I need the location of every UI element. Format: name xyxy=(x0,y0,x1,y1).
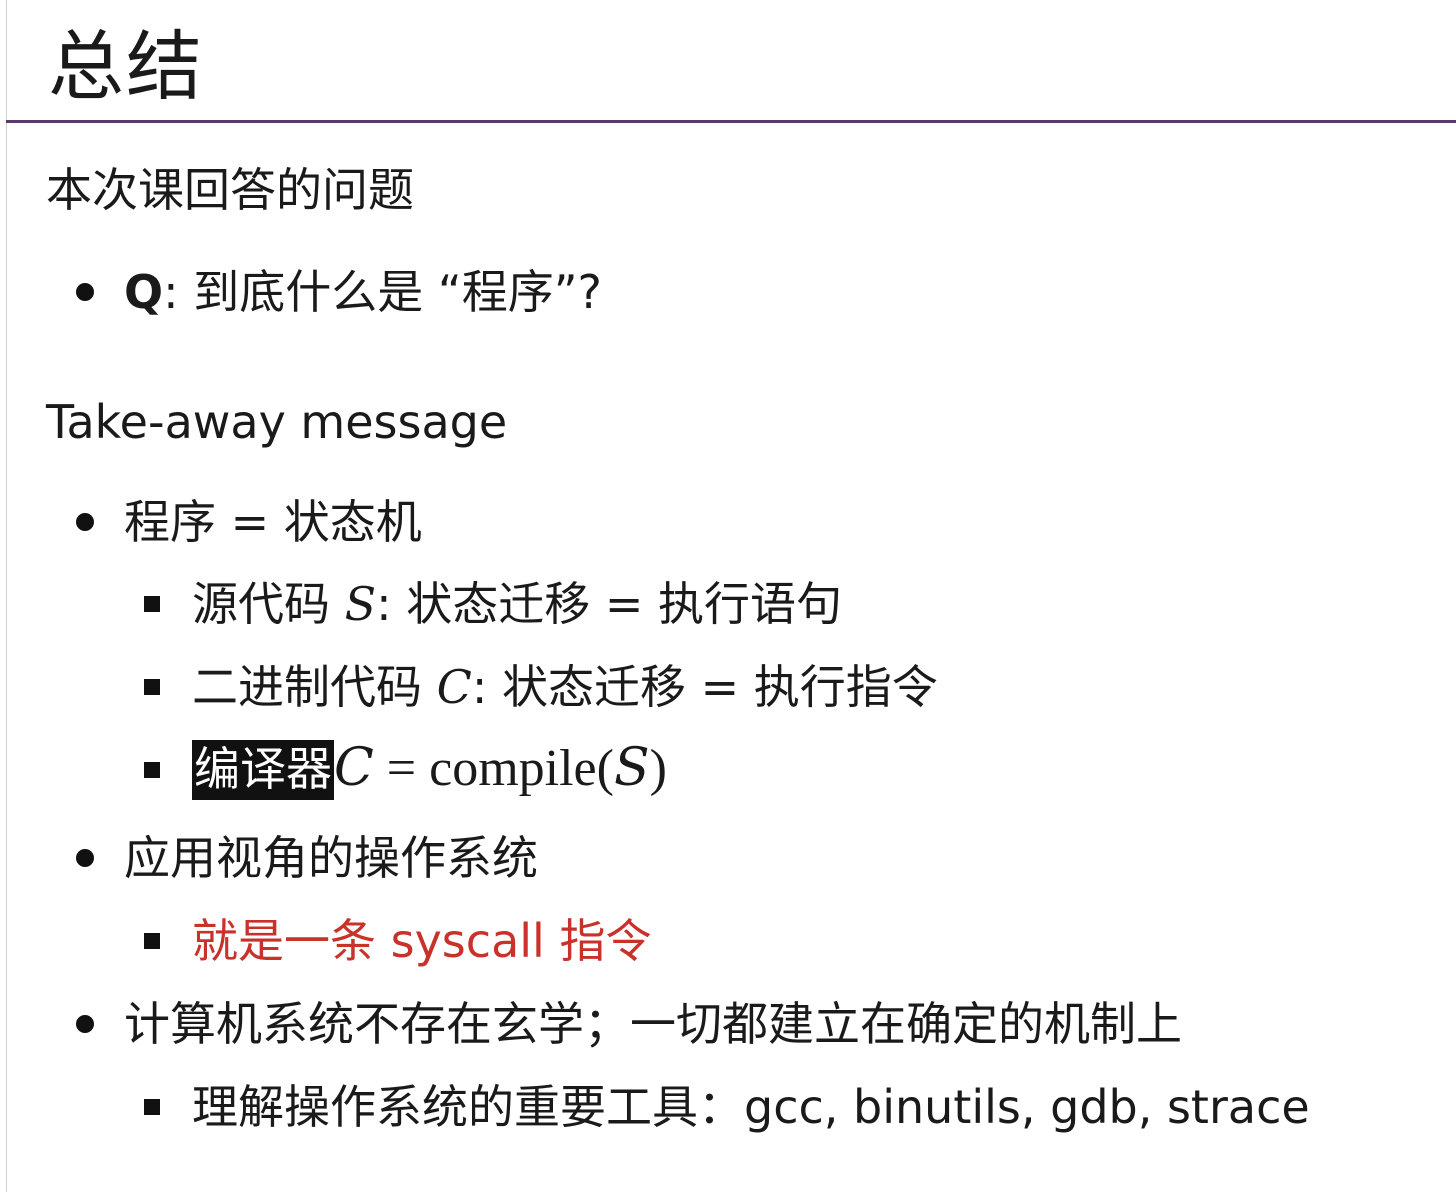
page-left-border xyxy=(6,0,7,1192)
question-item: Q: 到底什么是 “程序”? xyxy=(124,262,602,322)
math-var-c: C xyxy=(334,738,374,798)
bullet-square-icon xyxy=(144,596,160,612)
subitem-prefix: 二进制代码 xyxy=(192,660,437,714)
questions-heading: 本次课回答的问题 xyxy=(46,163,414,217)
question-label: Q xyxy=(124,265,164,319)
bullet-dot-icon xyxy=(76,513,94,531)
question-separator: : xyxy=(163,265,194,319)
subitem-binary-code: 二进制代码 C: 状态迁移 = 执行指令 xyxy=(192,657,938,717)
bullet-square-icon xyxy=(144,1099,160,1115)
takeaway-item-os-view: 应用视角的操作系统 xyxy=(124,831,538,885)
question-text: 到底什么是 “程序”? xyxy=(193,265,602,319)
bullet-square-icon xyxy=(144,762,160,778)
bullet-dot-icon xyxy=(76,849,94,867)
math-var-s: S xyxy=(613,738,650,798)
bullet-square-icon xyxy=(144,933,160,949)
compiler-highlight: 编译器 xyxy=(192,740,334,800)
takeaway-item-program: 程序 = 状态机 xyxy=(124,495,422,549)
takeaway-item-no-magic: 计算机系统不存在玄学；一切都建立在确定的机制上 xyxy=(124,997,1182,1051)
math-equals: = xyxy=(373,740,430,797)
math-var-s: S xyxy=(344,577,377,631)
takeaway-heading: Take-away message xyxy=(46,395,508,449)
subitem-tools: 理解操作系统的重要工具：gcc, binutils, gdb, strace xyxy=(192,1077,1310,1137)
compiler-formula: C = compile(S) xyxy=(334,738,667,798)
subitem-prefix: 源代码 xyxy=(192,577,345,631)
math-var-c: C xyxy=(436,660,472,714)
subitem-syscall: 就是一条 syscall 指令 xyxy=(192,914,652,968)
subitem-suffix: : 状态迁移 = 执行指令 xyxy=(471,660,938,714)
bullet-square-icon xyxy=(144,679,160,695)
bullet-dot-icon xyxy=(76,283,94,301)
math-close-paren: ) xyxy=(649,740,667,797)
subitem-source-code: 源代码 S: 状态迁移 = 执行语句 xyxy=(192,574,842,634)
subitem-prefix: 理解操作系统的重要工具： xyxy=(192,1080,744,1134)
tools-list: gcc, binutils, gdb, strace xyxy=(744,1080,1310,1134)
bullet-dot-icon xyxy=(76,1015,94,1033)
subitem-suffix: : 状态迁移 = 执行语句 xyxy=(376,577,843,631)
title-divider xyxy=(6,120,1456,123)
subitem-compiler: 编译器C = compile(S) xyxy=(192,738,667,800)
slide-title: 总结 xyxy=(48,22,204,111)
math-function: compile( xyxy=(429,740,614,797)
